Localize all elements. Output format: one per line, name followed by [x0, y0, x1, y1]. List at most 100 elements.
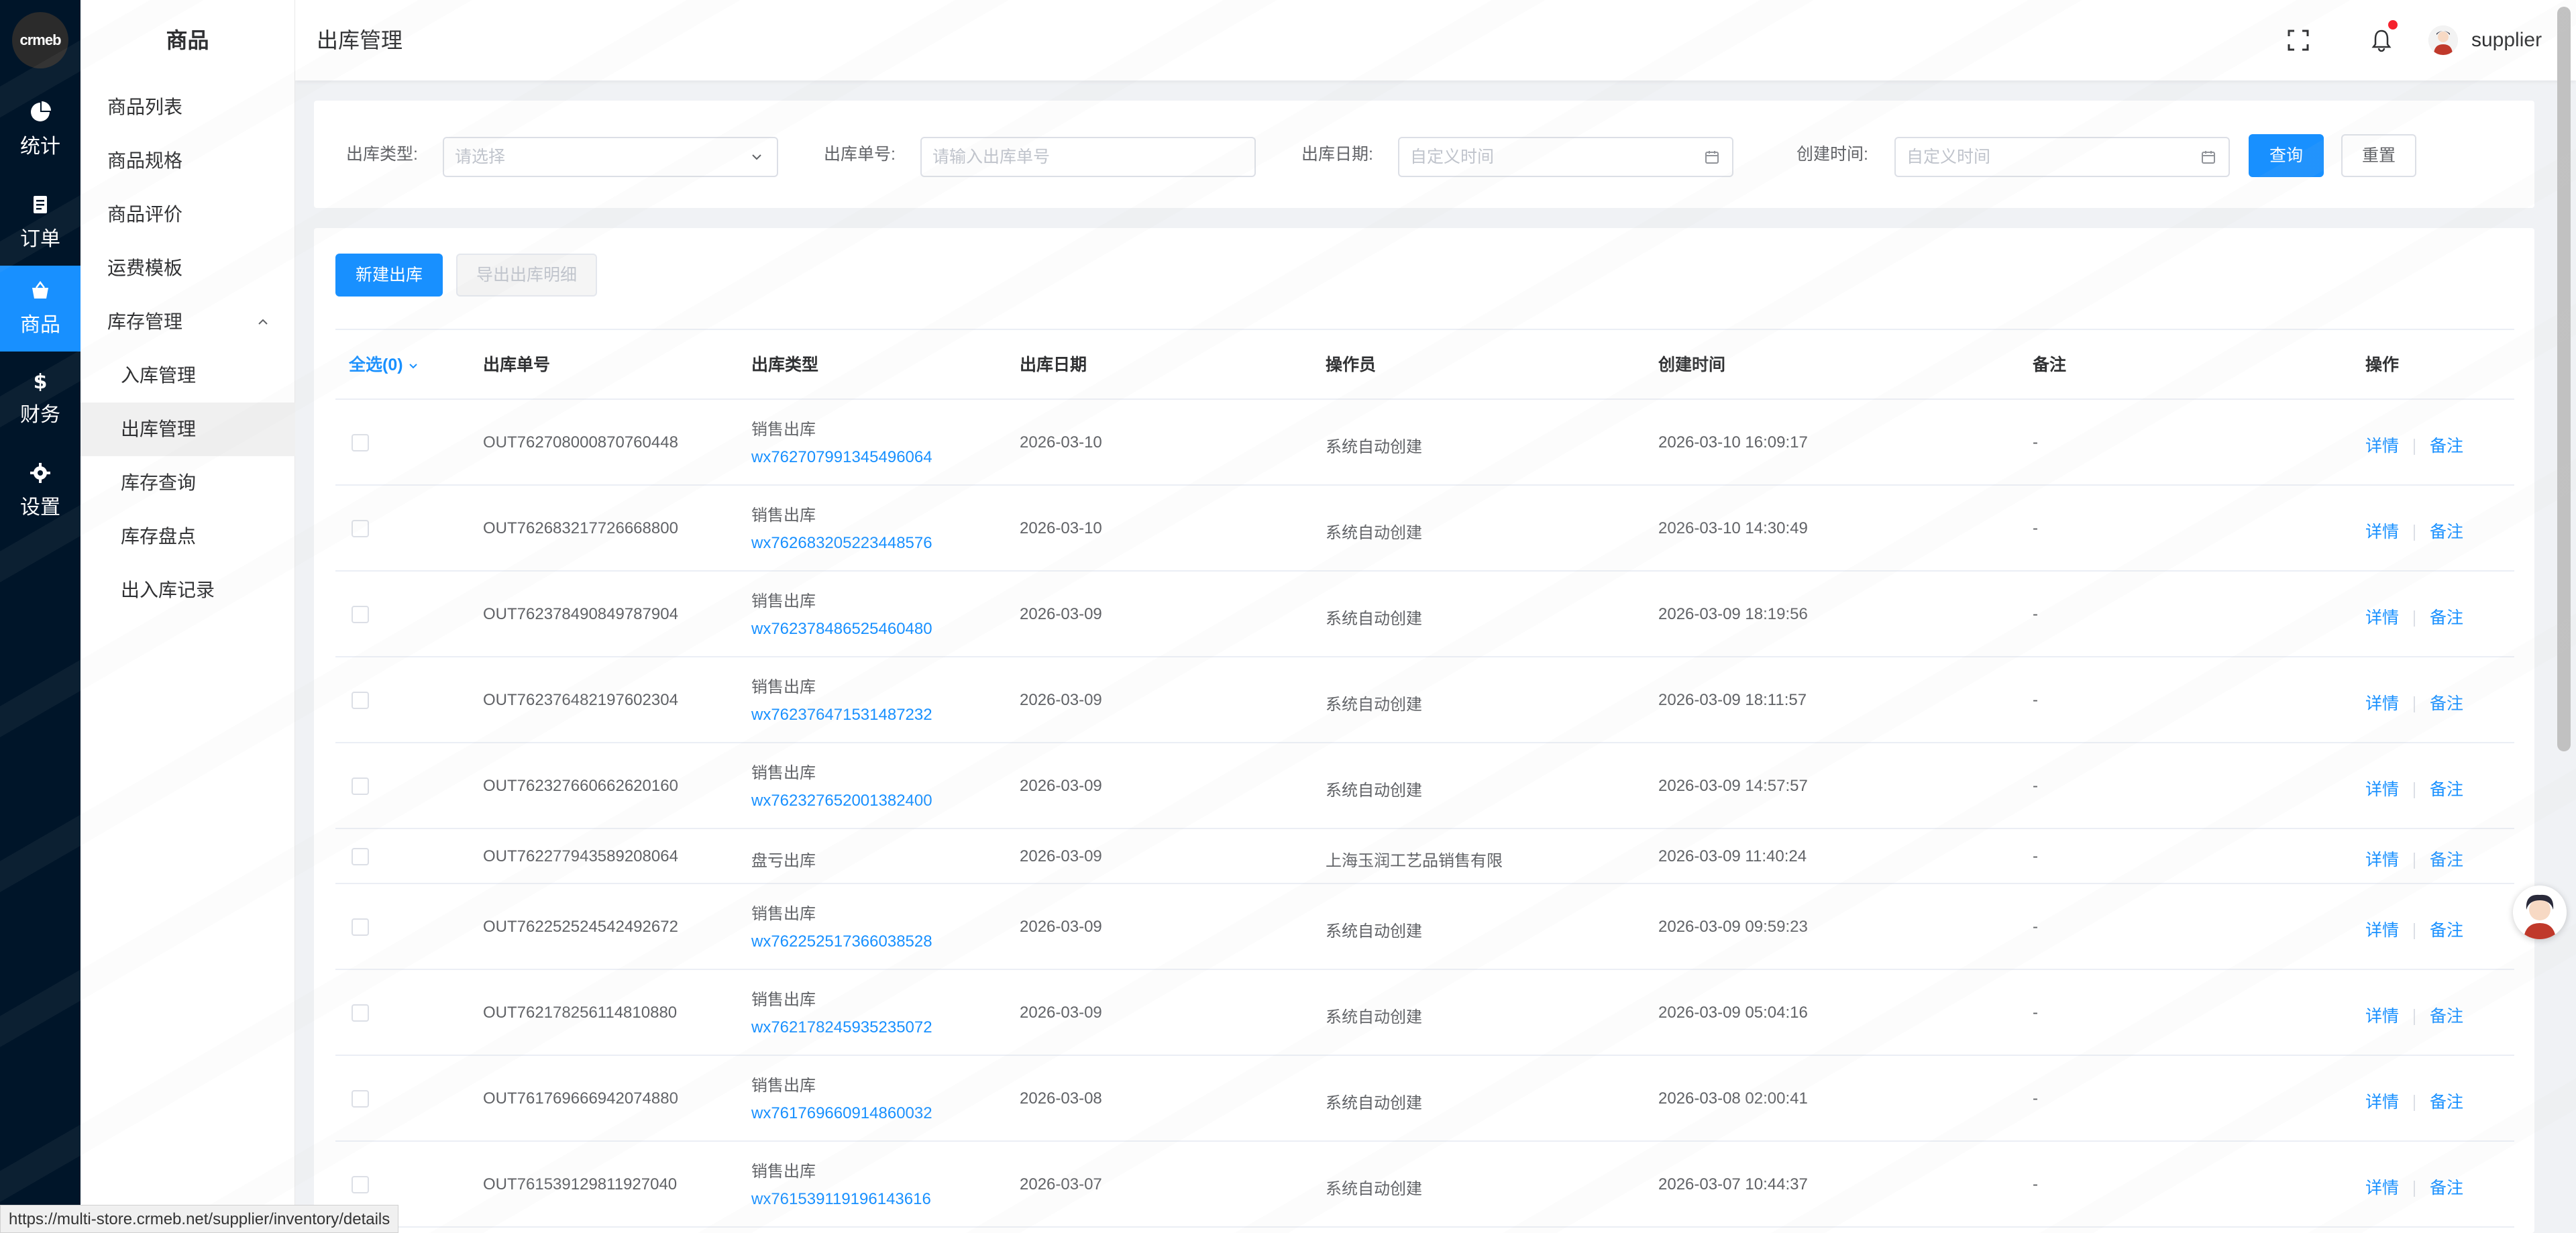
submenu-item-stock-records[interactable]: 出入库记录: [80, 564, 295, 617]
created-time-picker[interactable]: 自定义时间: [1894, 137, 2230, 177]
submenu-item-shipping-template[interactable]: 运费模板: [80, 242, 295, 295]
table-row: OUT762376482197602304 销售出库 wx7623764715314…: [335, 657, 2514, 743]
cell-stock-out-no: OUT762252524542492672: [483, 918, 678, 936]
detail-link[interactable]: 详情: [2365, 523, 2399, 541]
detail-link[interactable]: 详情: [2365, 1007, 2399, 1026]
nav-item-settings[interactable]: 设置: [0, 448, 80, 534]
cell-stock-out-no: OUT761539129811927040: [483, 1175, 678, 1193]
submenu-item-stock-out[interactable]: 出库管理: [80, 403, 295, 456]
col-header-created: 创建时间: [1658, 356, 1726, 374]
submenu-item-stock-in[interactable]: 入库管理: [80, 349, 295, 403]
nav-item-products[interactable]: 商品: [0, 266, 80, 352]
row-checkbox[interactable]: [352, 848, 369, 865]
select-all-label: 全选(0): [349, 356, 403, 374]
customer-service-avatar[interactable]: [2513, 886, 2567, 939]
cell-created-time: 2026-03-07 10:44:37: [1658, 1175, 1808, 1193]
cell-order-link[interactable]: wx762178245935235072: [751, 1018, 932, 1037]
row-checkbox[interactable]: [352, 520, 369, 537]
nav-item-statistics[interactable]: 统计: [0, 87, 80, 173]
fullscreen-icon[interactable]: [2285, 27, 2312, 54]
row-checkbox[interactable]: [352, 1176, 369, 1193]
submenu-group-inventory[interactable]: 库存管理: [80, 295, 295, 349]
query-button[interactable]: 查询: [2249, 134, 2324, 177]
action-divider: [2414, 1009, 2416, 1026]
stock-out-date-picker[interactable]: 自定义时间: [1398, 137, 1733, 177]
row-actions: 详情 备注: [2365, 776, 2463, 800]
bell-icon[interactable]: [2368, 27, 2395, 54]
page-scrollbar[interactable]: [2557, 7, 2571, 751]
table-row: OUT761539129811927040 销售出库 wx7615391191961…: [335, 1142, 2514, 1228]
reset-button[interactable]: 重置: [2341, 134, 2416, 177]
detail-link[interactable]: 详情: [2365, 1179, 2399, 1197]
cell-order-link[interactable]: wx762252517366038528: [751, 932, 932, 951]
detail-link[interactable]: 详情: [2365, 851, 2399, 869]
detail-link[interactable]: 详情: [2365, 921, 2399, 940]
new-stock-out-button[interactable]: 新建出库: [335, 254, 443, 297]
cell-order-link[interactable]: wx761539119196143616: [751, 1190, 931, 1209]
remark-link[interactable]: 备注: [2430, 780, 2463, 799]
cell-remark: -: [2033, 691, 2038, 709]
detail-link[interactable]: 详情: [2365, 437, 2399, 455]
cell-created-time: 2026-03-10 14:30:49: [1658, 519, 1808, 537]
remark-link[interactable]: 备注: [2430, 608, 2463, 627]
cell-order-link[interactable]: wx762327652001382400: [751, 792, 932, 810]
submenu-item-product-review[interactable]: 商品评价: [80, 188, 295, 242]
nav-item-orders[interactable]: 订单: [0, 180, 80, 266]
row-checkbox[interactable]: [352, 778, 369, 795]
remark-link[interactable]: 备注: [2430, 694, 2463, 713]
remark-link[interactable]: 备注: [2430, 523, 2463, 541]
nav-item-label: 商品: [20, 314, 60, 336]
cell-order-link[interactable]: wx762378486525460480: [751, 620, 932, 639]
cell-order-link[interactable]: wx762376471531487232: [751, 706, 932, 725]
submenu-item-product-spec[interactable]: 商品规格: [80, 134, 295, 188]
cell-stock-out-type: 销售出库: [751, 421, 816, 439]
row-checkbox[interactable]: [352, 692, 369, 709]
cell-stock-out-date: 2026-03-08: [1020, 1089, 1102, 1108]
chevron-down-icon: [409, 364, 417, 369]
cell-order-link[interactable]: wx762683205223448576: [751, 534, 932, 553]
cell-stock-out-type: 销售出库: [751, 991, 816, 1009]
row-checkbox[interactable]: [352, 434, 369, 451]
cell-created-time: 2026-03-09 11:40:24: [1658, 847, 1807, 865]
select-all-dropdown[interactable]: 全选(0): [349, 330, 419, 400]
stock-out-no-input[interactable]: 请输入出库单号: [920, 137, 1256, 177]
remark-link[interactable]: 备注: [2430, 1093, 2463, 1112]
submenu-item-stock-query[interactable]: 库存查询: [80, 456, 295, 510]
remark-link[interactable]: 备注: [2430, 851, 2463, 869]
crmeb-logo[interactable]: crmeb: [12, 12, 68, 68]
cell-stock-out-type: 销售出库: [751, 506, 816, 525]
detail-link[interactable]: 详情: [2365, 608, 2399, 627]
cell-order-link[interactable]: wx761769660914860032: [751, 1104, 932, 1123]
user-avatar[interactable]: [2428, 25, 2458, 55]
nav-item-finance[interactable]: $ 财务: [0, 356, 80, 441]
remark-link[interactable]: 备注: [2430, 921, 2463, 940]
nav-item-label: 财务: [20, 404, 60, 426]
remark-link[interactable]: 备注: [2430, 1007, 2463, 1026]
cell-created-time: 2026-03-09 18:19:56: [1658, 605, 1808, 623]
filter-label-type: 出库类型:: [346, 145, 418, 164]
export-details-button[interactable]: 导出出库明细: [456, 254, 597, 297]
svg-text:$: $: [34, 370, 48, 391]
cell-operator: 系统自动创建: [1326, 922, 1422, 941]
row-checkbox[interactable]: [352, 918, 369, 936]
remark-link[interactable]: 备注: [2430, 437, 2463, 455]
row-checkbox[interactable]: [352, 1004, 369, 1022]
remark-link[interactable]: 备注: [2430, 1179, 2463, 1197]
stock-out-type-select[interactable]: 请选择: [443, 137, 778, 177]
calendar-icon: [1705, 151, 1719, 164]
cell-operator: 系统自动创建: [1326, 1008, 1422, 1026]
submenu-item-product-list[interactable]: 商品列表: [80, 81, 295, 134]
row-checkbox[interactable]: [352, 1090, 369, 1108]
table-header: 全选(0) 出库单号 出库类型 出库日期 操作员 创建时间 备注 操作: [335, 329, 2514, 400]
username[interactable]: supplier: [2471, 0, 2542, 81]
detail-link[interactable]: 详情: [2365, 694, 2399, 713]
detail-link[interactable]: 详情: [2365, 1093, 2399, 1112]
submenu-item-stock-take[interactable]: 库存盘点: [80, 510, 295, 564]
cell-stock-out-date: 2026-03-09: [1020, 605, 1102, 623]
action-divider: [2414, 439, 2416, 455]
cell-order-link[interactable]: wx762707991345496064: [751, 448, 932, 467]
main-nav-rail: crmeb 统计 订单 商品 $ 财务 设置: [0, 0, 80, 1233]
row-checkbox[interactable]: [352, 606, 369, 623]
detail-link[interactable]: 详情: [2365, 780, 2399, 799]
cell-stock-out-date: 2026-03-07: [1020, 1175, 1102, 1193]
